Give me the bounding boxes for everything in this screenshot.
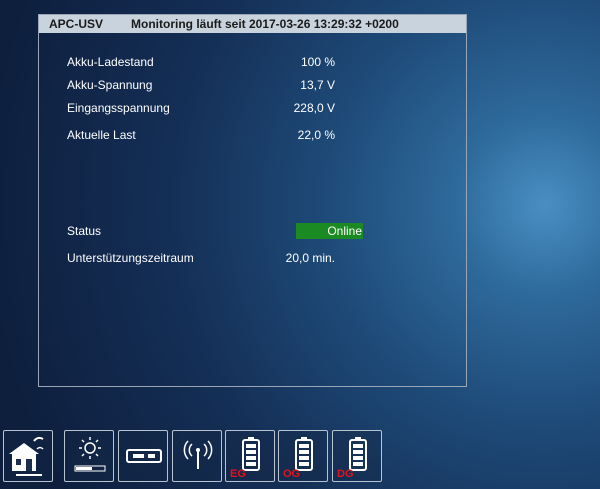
metric-value: 228,0 V <box>293 101 335 115</box>
house-weather-icon <box>9 436 44 476</box>
metric-row-battery-charge: Akku-Ladestand 100 % <box>67 53 335 71</box>
ups-info-panel: APC-USV Monitoring läuft seit 2017-03-26… <box>38 14 467 387</box>
wireless-button[interactable] <box>172 430 222 482</box>
device-name: APC-USV <box>49 17 104 31</box>
monitoring-since: Monitoring läuft seit 2017-03-26 13:29:3… <box>131 17 399 31</box>
battery-button-og[interactable]: OG <box>278 430 328 482</box>
panel-header: APC-USV Monitoring läuft seit 2017-03-26… <box>39 15 466 33</box>
status-badge: Online <box>296 223 363 239</box>
floor-label: EG <box>230 468 246 480</box>
floor-label: DG <box>337 468 354 480</box>
metric-label: Akku-Ladestand <box>67 55 154 69</box>
runtime-value: 20,0 min. <box>285 251 335 265</box>
metric-value: 100 % <box>300 55 335 69</box>
battery-button-dg[interactable]: DG <box>332 430 382 482</box>
runtime-row: Unterstützungszeitraum 20,0 min. <box>67 249 335 267</box>
metric-label: Akku-Spannung <box>67 78 153 92</box>
status-label: Status <box>67 224 102 238</box>
metric-label: Aktuelle Last <box>67 128 136 142</box>
battery-button-eg[interactable]: EG <box>225 430 275 482</box>
status-row: Status Online <box>67 222 363 240</box>
metric-row-input-voltage: Eingangsspannung 228,0 V <box>67 99 335 117</box>
wireless-antenna-icon <box>183 440 213 469</box>
metric-value: 13,7 V <box>300 78 335 92</box>
metric-row-current-load: Aktuelle Last 22,0 % <box>67 126 335 144</box>
metric-value: 22,0 % <box>297 128 335 142</box>
media-device-button[interactable] <box>118 430 168 482</box>
home-weather-button[interactable] <box>3 430 53 482</box>
metric-row-battery-voltage: Akku-Spannung 13,7 V <box>67 76 335 94</box>
floor-label: OG <box>283 468 301 480</box>
metric-label: Eingangsspannung <box>67 101 170 115</box>
brightness-button[interactable] <box>64 430 114 482</box>
runtime-label: Unterstützungszeitraum <box>67 251 194 265</box>
media-device-icon <box>126 449 162 463</box>
brightness-slider-icon <box>74 437 106 472</box>
